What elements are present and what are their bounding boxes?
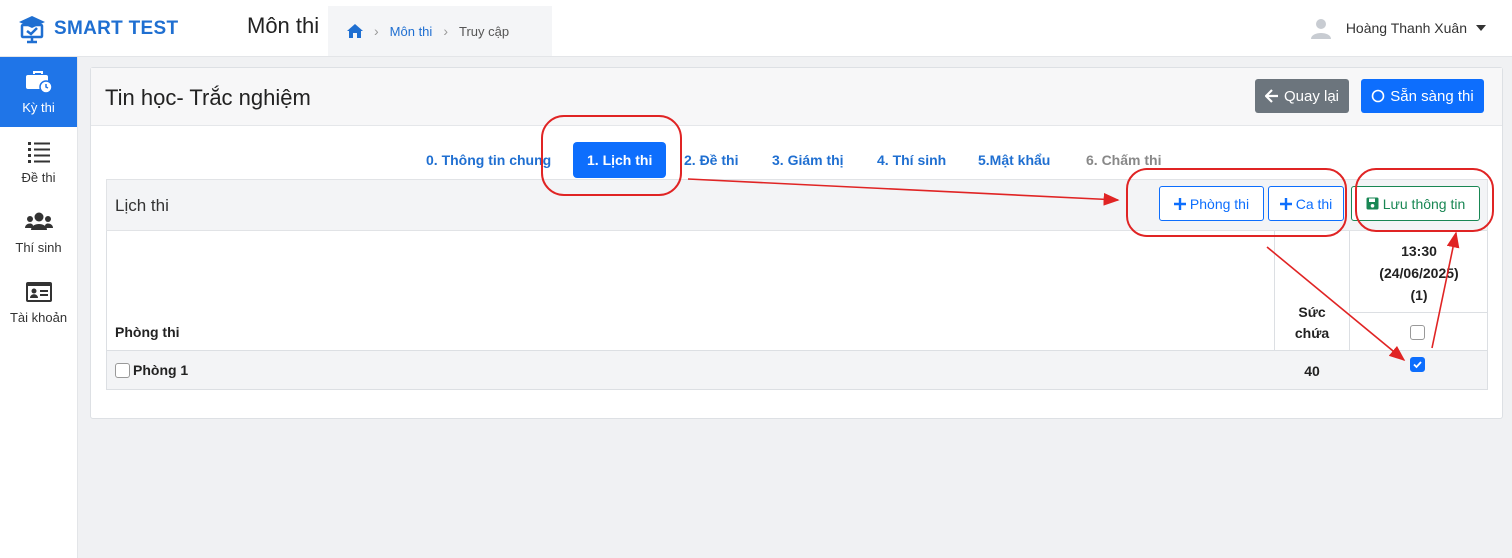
save-button[interactable]: Lưu thông tin	[1351, 186, 1480, 221]
back-button-label: Quay lại	[1283, 87, 1340, 105]
add-room-button[interactable]: Phòng thi	[1159, 186, 1264, 221]
sidebar-item-label: Thí sinh	[15, 239, 62, 255]
breadcrumb-separator: ›	[443, 23, 448, 39]
avatar	[1310, 19, 1331, 39]
table-row: Phòng 1 40	[107, 350, 1487, 389]
tab-giam-thi[interactable]: 3. Giám thị	[772, 142, 844, 178]
home-icon[interactable]	[347, 24, 363, 38]
check-icon	[1413, 361, 1422, 369]
exam-card: Tin học- Trắc nghiệm Quay lại Sẵn sàng t…	[90, 67, 1503, 419]
add-shift-label: Ca thi	[1295, 195, 1333, 212]
logo-icon	[19, 16, 45, 44]
user-menu[interactable]: Hoàng Thanh Xuân	[1310, 17, 1486, 39]
id-card-icon	[25, 281, 52, 302]
shift-date: (24/06/2025)	[1379, 265, 1459, 281]
user-name: Hoàng Thanh Xuân	[1345, 20, 1467, 36]
breadcrumb-truy-cap: Truy cập	[458, 23, 510, 39]
room-shift-checkbox[interactable]	[1410, 357, 1425, 372]
circle-icon	[1371, 89, 1385, 103]
column-header-room: Phòng thi	[115, 324, 180, 340]
sidebar: Kỳ thi Đề thi Thí sinh Tài khoản	[0, 57, 78, 558]
add-shift-button[interactable]: Ca thi	[1268, 186, 1344, 221]
shift-count: (1)	[1410, 287, 1428, 303]
header-divider	[1350, 312, 1488, 313]
plus-icon	[1173, 197, 1186, 210]
shift-time: 13:30	[1401, 243, 1437, 259]
sidebar-item-thi-sinh[interactable]: Thí sinh	[0, 197, 77, 267]
capacity-header-line2: chứa	[1294, 325, 1330, 341]
tab-lich-thi[interactable]: 1. Lịch thi	[573, 142, 667, 178]
room-name: Phòng 1	[133, 362, 189, 378]
row-room-cell: Phòng 1	[115, 362, 188, 378]
tab-thi-sinh[interactable]: 4. Thí sinh	[877, 142, 946, 178]
sidebar-item-label: Tài khoản	[9, 309, 68, 325]
room-capacity: 40	[1304, 363, 1320, 379]
page-title: Môn thi	[247, 13, 320, 38]
chevron-down-icon	[1476, 25, 1486, 31]
select-all-shift-checkbox[interactable]	[1410, 325, 1425, 340]
ready-button[interactable]: Sẵn sàng thi	[1361, 79, 1484, 113]
top-bar: SMART TEST Môn thi › Môn thi › Truy cập …	[0, 0, 1512, 57]
column-header-capacity: Sức chứa	[1275, 302, 1349, 344]
ready-button-label: Sẵn sàng thi	[1390, 87, 1474, 105]
breadcrumb: › Môn thi › Truy cập	[328, 6, 552, 56]
plus-icon	[1279, 197, 1292, 210]
save-icon	[1366, 197, 1379, 210]
sidebar-item-ky-thi[interactable]: Kỳ thi	[0, 57, 77, 127]
room-select-checkbox[interactable]	[115, 362, 130, 378]
breadcrumb-mon-thi[interactable]: Môn thi	[390, 24, 433, 39]
capacity-header-line1: Sức	[1298, 304, 1326, 320]
app-name: SMART TEST	[54, 18, 179, 39]
sidebar-item-label: Đề thi	[21, 169, 56, 185]
tab-bar: 0. Thông tin chung 1. Lịch thi 2. Đề thi…	[91, 142, 1504, 178]
sidebar-item-de-thi[interactable]: Đề thi	[0, 127, 77, 197]
schedule-section-header: Lịch thi Phòng thi Ca thi Lưu thông tin	[106, 179, 1488, 231]
tab-de-thi[interactable]: 2. Đề thi	[684, 142, 738, 178]
column-header-shift: 13:30 (24/06/2025) (1)	[1350, 240, 1488, 306]
sidebar-item-tai-khoan[interactable]: Tài khoản	[0, 267, 77, 337]
save-label: Lưu thông tin	[1382, 195, 1466, 212]
briefcase-clock-icon	[25, 70, 53, 94]
section-title: Lịch thi	[115, 196, 169, 215]
tab-thong-tin-chung[interactable]: 0. Thông tin chung	[426, 142, 551, 178]
add-room-label: Phòng thi	[1189, 195, 1250, 212]
back-button[interactable]: Quay lại	[1255, 79, 1349, 113]
schedule-table: Phòng thi Sức chứa 13:30 (24/06/2025) (1…	[106, 231, 1488, 390]
tab-mat-khau[interactable]: 5.Mật khẩu	[978, 142, 1050, 178]
card-title: Tin học- Trắc nghiệm	[105, 85, 311, 110]
card-header: Tin học- Trắc nghiệm Quay lại Sẵn sàng t…	[91, 68, 1502, 126]
tab-cham-thi[interactable]: 6. Chấm thi	[1086, 142, 1161, 178]
breadcrumb-separator: ›	[374, 23, 379, 39]
arrow-left-icon	[1264, 89, 1278, 103]
users-icon	[24, 212, 53, 230]
app-logo[interactable]: SMART TEST	[16, 13, 178, 45]
list-icon	[27, 141, 50, 163]
sidebar-item-label: Kỳ thi	[22, 99, 55, 115]
